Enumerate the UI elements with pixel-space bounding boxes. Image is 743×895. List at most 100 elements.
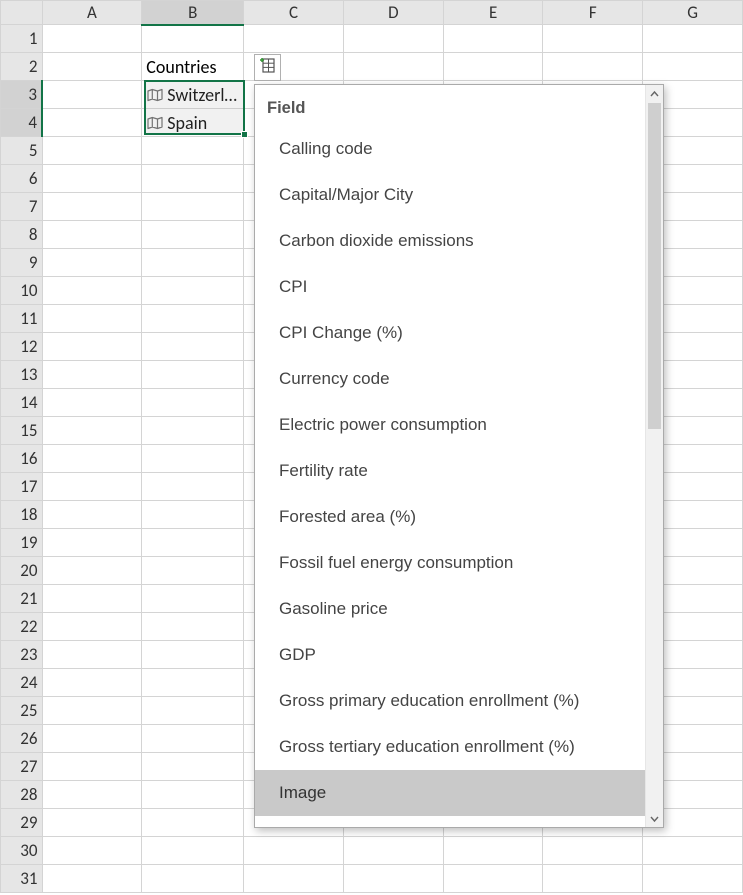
row-header-20[interactable]: 20 (1, 557, 43, 585)
column-header-E[interactable]: E (443, 1, 543, 25)
cell-B10[interactable] (142, 277, 244, 305)
cell-G31[interactable] (643, 865, 743, 893)
cell-B28[interactable] (142, 781, 244, 809)
cell-A30[interactable] (42, 837, 142, 865)
cell-B4[interactable]: Spain (142, 109, 244, 137)
row-header-21[interactable]: 21 (1, 585, 43, 613)
cell-A2[interactable] (42, 53, 142, 81)
cell-A18[interactable] (42, 501, 142, 529)
cell-B14[interactable] (142, 389, 244, 417)
cell-B3[interactable]: Switzerl… (142, 81, 244, 109)
cell-F30[interactable] (543, 837, 643, 865)
cell-B2[interactable]: Countries (142, 53, 244, 81)
cell-B12[interactable] (142, 333, 244, 361)
cell-B5[interactable] (142, 137, 244, 165)
row-header-17[interactable]: 17 (1, 473, 43, 501)
cell-A15[interactable] (42, 417, 142, 445)
row-header-23[interactable]: 23 (1, 641, 43, 669)
cell-C31[interactable] (244, 865, 344, 893)
cell-A7[interactable] (42, 193, 142, 221)
select-all-corner[interactable] (1, 1, 43, 25)
cell-C30[interactable] (244, 837, 344, 865)
row-header-8[interactable]: 8 (1, 221, 43, 249)
row-header-22[interactable]: 22 (1, 613, 43, 641)
cell-B9[interactable] (142, 249, 244, 277)
cell-A3[interactable] (42, 81, 142, 109)
cell-D31[interactable] (343, 865, 443, 893)
row-header-29[interactable]: 29 (1, 809, 43, 837)
column-header-G[interactable]: G (643, 1, 743, 25)
cell-B27[interactable] (142, 753, 244, 781)
row-header-18[interactable]: 18 (1, 501, 43, 529)
field-item[interactable]: CPI (255, 264, 645, 310)
cell-B31[interactable] (142, 865, 244, 893)
cell-B26[interactable] (142, 725, 244, 753)
row-header-27[interactable]: 27 (1, 753, 43, 781)
row-header-12[interactable]: 12 (1, 333, 43, 361)
cell-A10[interactable] (42, 277, 142, 305)
cell-B8[interactable] (142, 221, 244, 249)
row-header-26[interactable]: 26 (1, 725, 43, 753)
cell-A1[interactable] (42, 25, 142, 53)
cell-B11[interactable] (142, 305, 244, 333)
cell-B25[interactable] (142, 697, 244, 725)
cell-D30[interactable] (343, 837, 443, 865)
cell-D2[interactable] (343, 53, 443, 81)
cell-F2[interactable] (543, 53, 643, 81)
field-menu-scrollbar[interactable] (645, 85, 663, 827)
cell-B15[interactable] (142, 417, 244, 445)
cell-C1[interactable] (244, 25, 344, 53)
row-header-16[interactable]: 16 (1, 445, 43, 473)
cell-B20[interactable] (142, 557, 244, 585)
field-item[interactable]: Fertility rate (255, 448, 645, 494)
cell-B29[interactable] (142, 809, 244, 837)
cell-A23[interactable] (42, 641, 142, 669)
row-header-15[interactable]: 15 (1, 417, 43, 445)
row-header-13[interactable]: 13 (1, 361, 43, 389)
row-header-24[interactable]: 24 (1, 669, 43, 697)
cell-A4[interactable] (42, 109, 142, 137)
cell-B21[interactable] (142, 585, 244, 613)
field-item[interactable]: Forested area (%) (255, 494, 645, 540)
row-header-14[interactable]: 14 (1, 389, 43, 417)
cell-A25[interactable] (42, 697, 142, 725)
row-header-1[interactable]: 1 (1, 25, 43, 53)
field-item[interactable]: Gasoline price (255, 586, 645, 632)
cell-A28[interactable] (42, 781, 142, 809)
column-header-A[interactable]: A (42, 1, 142, 25)
row-header-6[interactable]: 6 (1, 165, 43, 193)
cell-B13[interactable] (142, 361, 244, 389)
cell-F31[interactable] (543, 865, 643, 893)
cell-A19[interactable] (42, 529, 142, 557)
row-header-11[interactable]: 11 (1, 305, 43, 333)
insert-data-button[interactable] (254, 54, 281, 81)
cell-B30[interactable] (142, 837, 244, 865)
cell-A14[interactable] (42, 389, 142, 417)
cell-F1[interactable] (543, 25, 643, 53)
cell-A9[interactable] (42, 249, 142, 277)
data-type-field-menu[interactable]: Field Calling codeCapital/Major CityCarb… (254, 84, 664, 828)
cell-E1[interactable] (443, 25, 543, 53)
field-item[interactable]: Image (255, 770, 645, 816)
row-header-10[interactable]: 10 (1, 277, 43, 305)
row-header-7[interactable]: 7 (1, 193, 43, 221)
column-header-F[interactable]: F (543, 1, 643, 25)
field-item[interactable]: Electric power consumption (255, 402, 645, 448)
row-header-5[interactable]: 5 (1, 137, 43, 165)
cell-A12[interactable] (42, 333, 142, 361)
column-header-D[interactable]: D (343, 1, 443, 25)
row-header-4[interactable]: 4 (1, 109, 43, 137)
field-item[interactable]: Fossil fuel energy consumption (255, 540, 645, 586)
field-item[interactable]: Carbon dioxide emissions (255, 218, 645, 264)
cell-A5[interactable] (42, 137, 142, 165)
cell-G30[interactable] (643, 837, 743, 865)
cell-A26[interactable] (42, 725, 142, 753)
field-item[interactable]: Capital/Major City (255, 172, 645, 218)
cell-A20[interactable] (42, 557, 142, 585)
cell-A16[interactable] (42, 445, 142, 473)
cell-B17[interactable] (142, 473, 244, 501)
cell-B23[interactable] (142, 641, 244, 669)
cell-E2[interactable] (443, 53, 543, 81)
cell-G2[interactable] (643, 53, 743, 81)
field-item[interactable]: CPI Change (%) (255, 310, 645, 356)
